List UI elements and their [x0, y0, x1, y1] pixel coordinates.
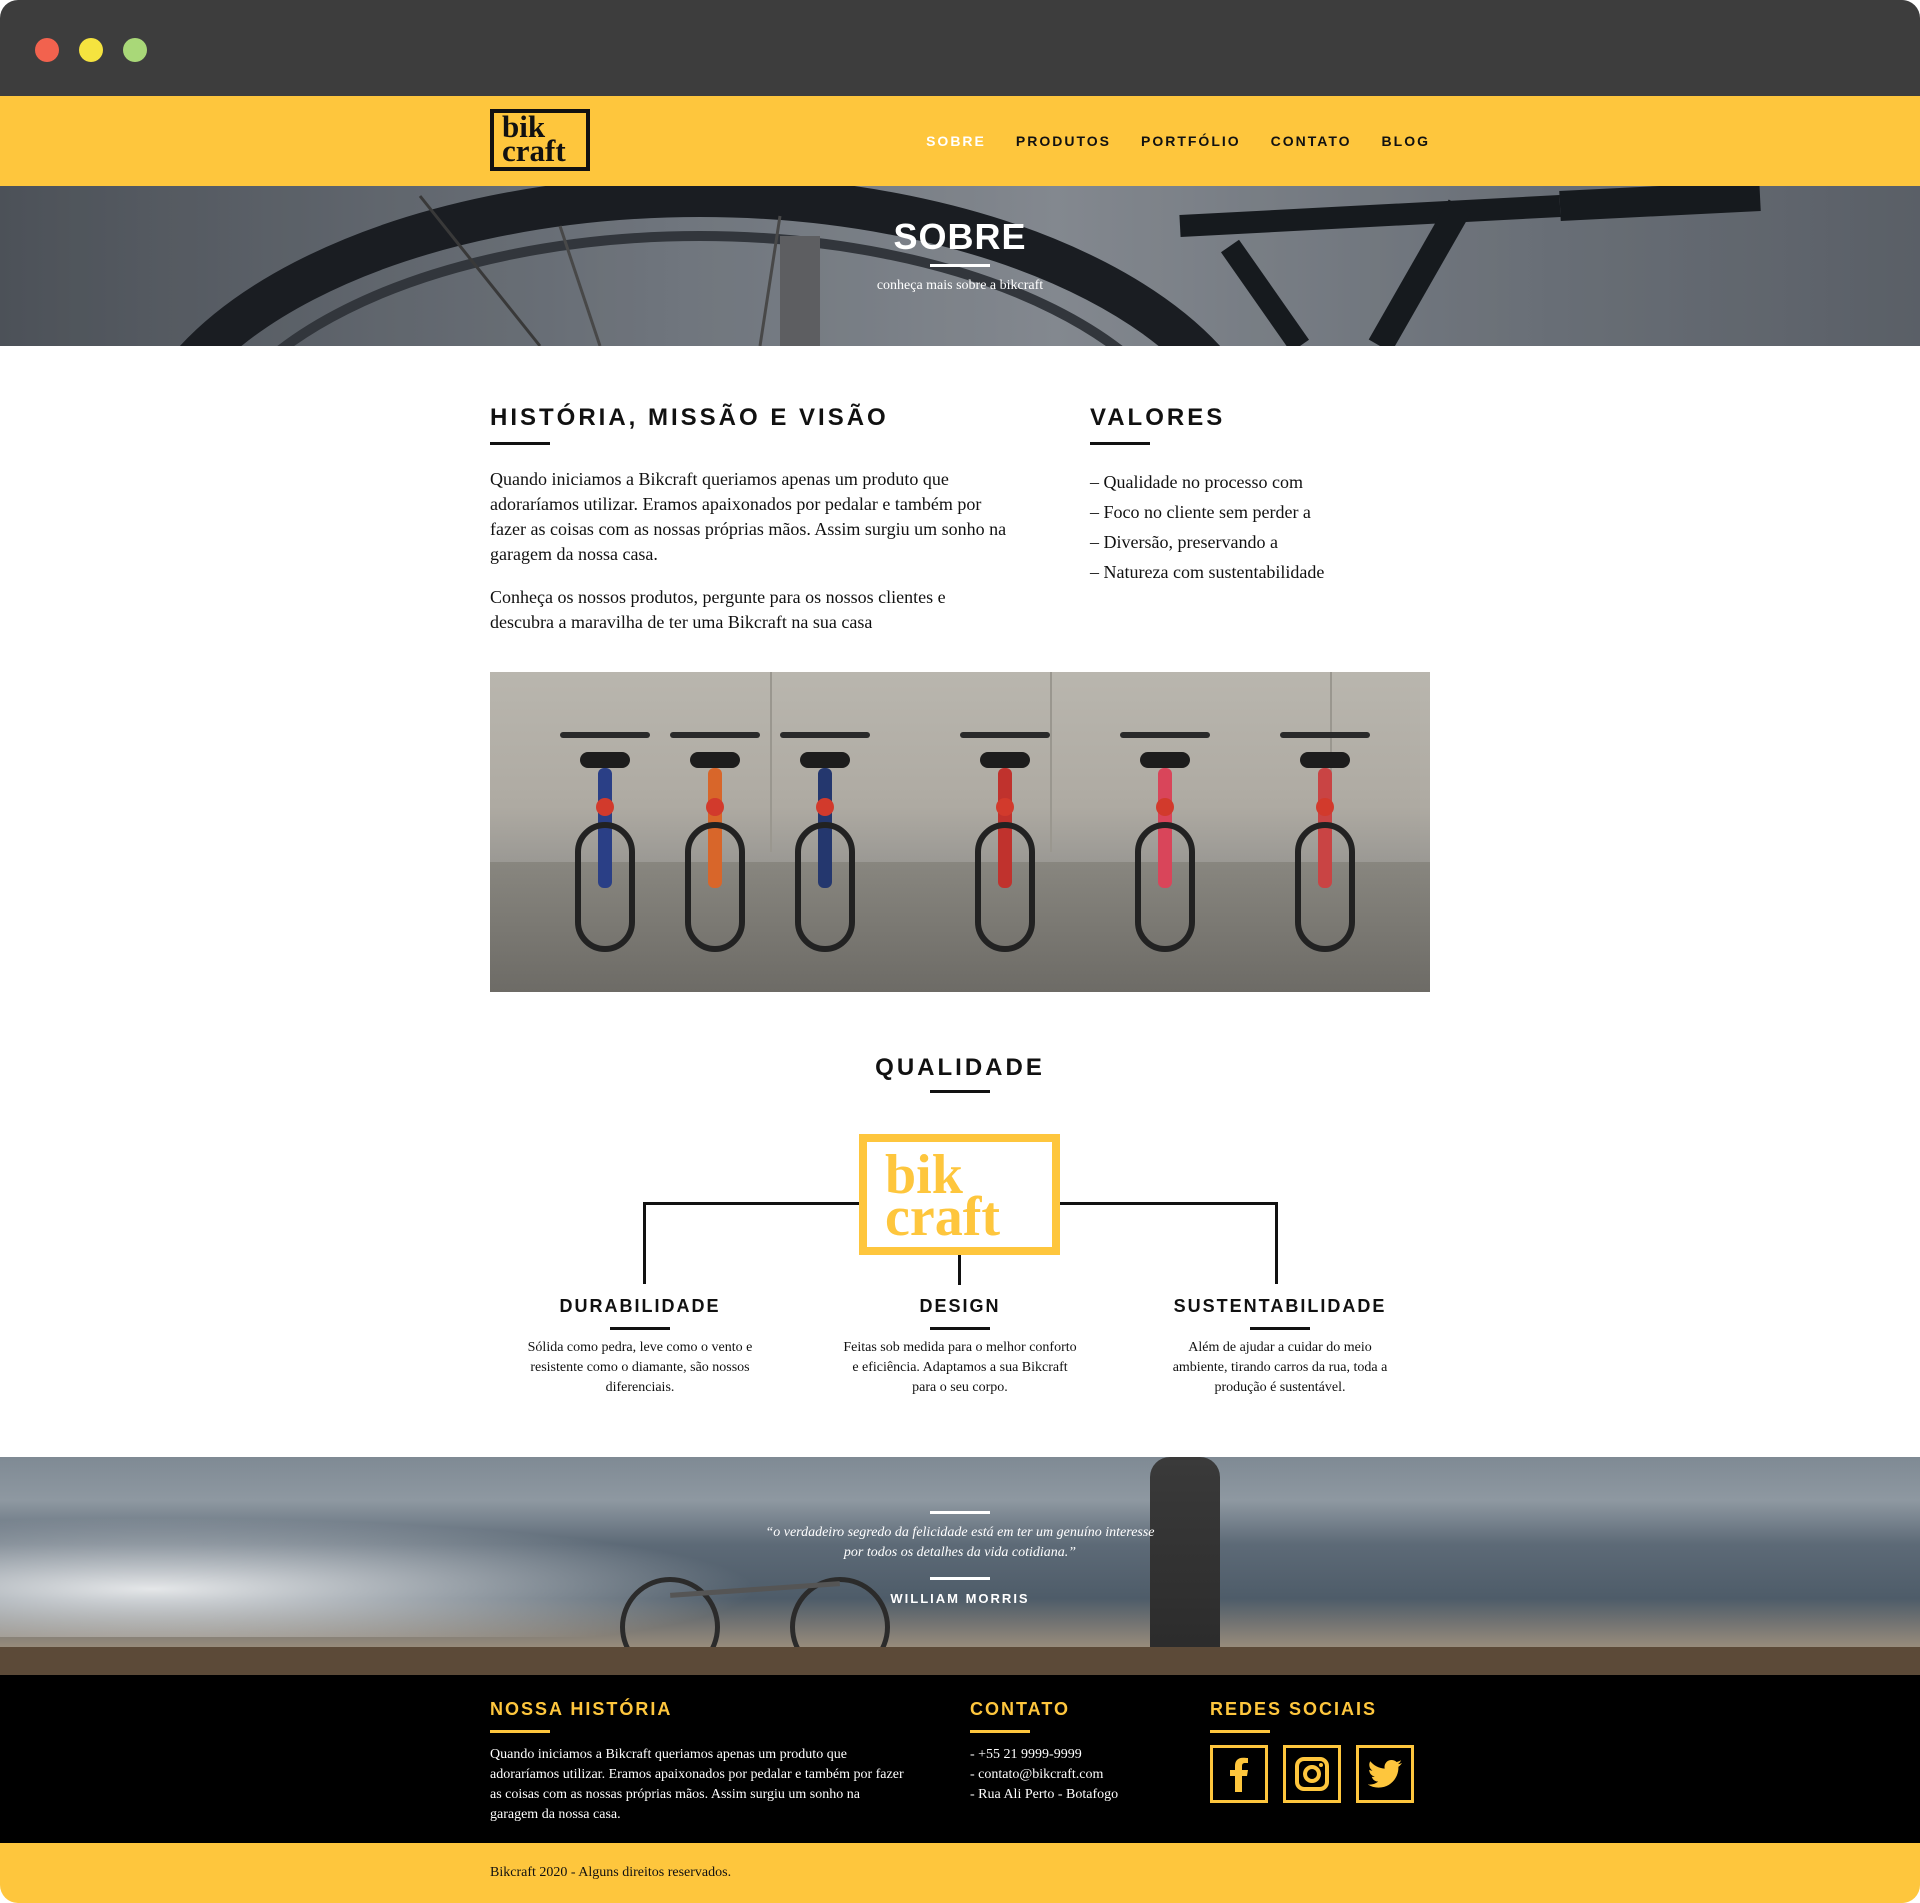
quote-text: “o verdadeiro segredo da felicidade está…	[765, 1525, 1155, 1560]
valores-column: VALORES – Qualidade no processo com – Fo…	[1090, 404, 1490, 587]
hero-title-underline	[930, 264, 990, 267]
bike-orange	[660, 712, 770, 952]
bike-pink	[1110, 712, 1220, 952]
feature-design: DESIGN Feitas sob medida para o melhor c…	[840, 1296, 1080, 1398]
main-nav: SOBRE PRODUTOS PORTFÓLIO CONTATO BLOG	[926, 96, 1430, 186]
bike-red	[950, 712, 1060, 952]
site-logo[interactable]: bik craft	[490, 109, 590, 171]
bike-coral	[1270, 712, 1380, 952]
parked-bikes-photo	[490, 672, 1430, 992]
qualidade-logo-line-2: craft	[885, 1186, 1001, 1248]
quote-author: WILLIAM MORRIS	[890, 1591, 1030, 1606]
historia-underline	[490, 442, 550, 445]
footer-contato-list: - +55 21 9999-9999 - contato@bikcraft.co…	[970, 1745, 1118, 1805]
footer-historia-heading: NOSSA HISTÓRIA	[490, 1699, 673, 1719]
feature-durabilidade: DURABILIDADE Sólida como pedra, leve com…	[520, 1296, 760, 1398]
valores-item: – Natureza com sustentabilidade	[1090, 562, 1325, 582]
feature-title: DESIGN	[919, 1296, 1001, 1316]
nav-link-produtos[interactable]: PRODUTOS	[1016, 133, 1111, 149]
feature-underline	[930, 1327, 990, 1330]
valores-item: – Foco no cliente sem perder a	[1090, 502, 1311, 522]
footer-contato-address: - Rua Ali Perto - Botafogo	[970, 1787, 1119, 1802]
qualidade-logo: bik craft	[859, 1134, 1060, 1255]
connector-line-center-drop	[958, 1255, 961, 1285]
quote-top-bar	[930, 1511, 990, 1514]
hero-subtitle: conheça mais sobre a bikcraft	[876, 278, 1044, 293]
footer-historia-text: Quando iniciamos a Bikcraft queriamos ap…	[490, 1747, 904, 1822]
facebook-icon[interactable]	[1210, 1745, 1268, 1803]
feature-title: SUSTENTABILIDADE	[1173, 1296, 1387, 1316]
historia-heading: HISTÓRIA, MISSÃO E VISÃO	[490, 404, 889, 431]
quote-divider	[930, 1577, 990, 1580]
feature-underline	[1250, 1327, 1310, 1330]
valores-item: – Qualidade no processo com	[1090, 472, 1303, 492]
footer-historia: NOSSA HISTÓRIA Quando iniciamos a Bikcra…	[490, 1699, 910, 1825]
historia-paragraph-1: Quando iniciamos a Bikcraft queriamos ap…	[490, 469, 1007, 564]
footer-underline	[970, 1730, 1030, 1733]
connector-line-left	[643, 1202, 859, 1205]
nav-link-blog[interactable]: BLOG	[1382, 133, 1430, 149]
footer-social-heading: REDES SOCIAIS	[1210, 1699, 1378, 1719]
browser-window: bik craft SOBRE PRODUTOS PORTFÓLIO CONTA…	[0, 0, 1920, 1903]
copyright-text: Bikcraft 2020 - Alguns direitos reservad…	[490, 1865, 732, 1880]
valores-heading: VALORES	[1090, 404, 1226, 431]
footer-contato-heading: CONTATO	[970, 1699, 1070, 1719]
quote-ground	[0, 1647, 1920, 1675]
feature-text: Feitas sob medida para o melhor conforto…	[843, 1340, 1077, 1395]
historia-column: HISTÓRIA, MISSÃO E VISÃO Quando iniciamo…	[490, 404, 1010, 635]
quote-person-illustration	[1150, 1457, 1220, 1657]
twitter-icon[interactable]	[1356, 1745, 1414, 1803]
feature-text: Sólida como pedra, leve como o vento e r…	[527, 1340, 753, 1395]
feature-sustentabilidade: SUSTENTABILIDADE Além de ajudar a cuidar…	[1160, 1296, 1400, 1398]
valores-list: – Qualidade no processo com – Foco no cl…	[1090, 467, 1490, 587]
footer-contato-email[interactable]: - contato@bikcraft.com	[970, 1765, 1118, 1785]
instagram-icon[interactable]	[1283, 1745, 1341, 1803]
site-header: bik craft SOBRE PRODUTOS PORTFÓLIO CONTA…	[0, 96, 1920, 186]
footer-underline	[1210, 1730, 1270, 1733]
footer-contato-phone[interactable]: - +55 21 9999-9999	[970, 1745, 1118, 1765]
nav-link-sobre[interactable]: SOBRE	[926, 133, 986, 149]
feature-underline	[610, 1327, 670, 1330]
feature-title: DURABILIDADE	[559, 1296, 721, 1316]
valores-item: – Diversão, preservando a	[1090, 532, 1278, 552]
footer-contato: CONTATO - +55 21 9999-9999 - contato@bik…	[970, 1699, 1118, 1805]
qualidade-underline	[930, 1090, 990, 1093]
connector-line-right	[1060, 1202, 1278, 1205]
close-window-button[interactable]	[35, 38, 59, 62]
connector-line-left-drop	[643, 1202, 646, 1284]
site-footer: NOSSA HISTÓRIA Quando iniciamos a Bikcra…	[0, 1675, 1920, 1843]
quote-banner: “o verdadeiro segredo da felicidade está…	[0, 1457, 1920, 1675]
minimize-window-button[interactable]	[79, 38, 103, 62]
copyright-bar: Bikcraft 2020 - Alguns direitos reservad…	[0, 1843, 1920, 1903]
historia-paragraph-2: Conheça os nossos produtos, pergunte par…	[490, 587, 946, 632]
nav-link-contato[interactable]: CONTATO	[1271, 133, 1352, 149]
nav-link-portfolio[interactable]: PORTFÓLIO	[1141, 133, 1241, 149]
feature-text: Além de ajudar a cuidar do meio ambiente…	[1172, 1340, 1388, 1395]
bike-navy	[770, 712, 880, 952]
qualidade-heading: QUALIDADE	[875, 1054, 1045, 1081]
logo-line-2: craft	[502, 133, 566, 168]
hero-banner: SOBRE conheça mais sobre a bikcraft	[0, 186, 1920, 346]
hero-title: SOBRE	[893, 216, 1027, 257]
footer-redes-sociais: REDES SOCIAIS	[1210, 1699, 1414, 1803]
social-links	[1210, 1745, 1414, 1803]
bike-blue	[550, 712, 660, 952]
window-titlebar	[0, 0, 1920, 96]
maximize-window-button[interactable]	[123, 38, 147, 62]
footer-underline	[490, 1730, 550, 1733]
valores-underline	[1090, 442, 1150, 445]
connector-line-right-drop	[1275, 1202, 1278, 1284]
